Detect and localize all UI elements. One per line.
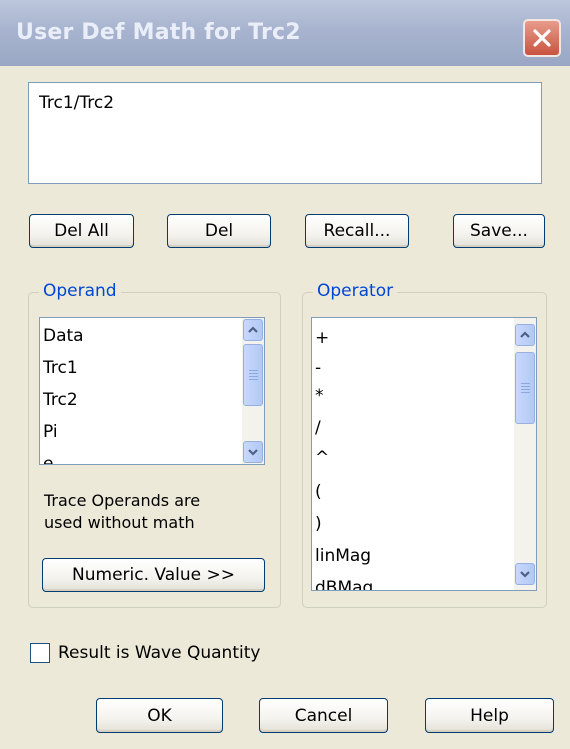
help-button[interactable]: Help xyxy=(425,698,554,733)
operator-item[interactable]: dBMag xyxy=(315,578,373,590)
chevron-up-icon xyxy=(248,326,258,333)
operand-item[interactable]: Trc2 xyxy=(43,390,78,410)
operand-scroll-up-button[interactable] xyxy=(243,319,263,341)
operator-scrollbar[interactable] xyxy=(514,318,536,590)
del-all-button[interactable]: Del All xyxy=(29,214,134,248)
del-button[interactable]: Del xyxy=(167,214,271,248)
expression-textbox[interactable]: Trc1/Trc2 xyxy=(28,82,542,184)
close-button[interactable] xyxy=(523,19,561,57)
operand-listbox[interactable]: Data Trc1 Trc2 Pi e xyxy=(39,317,265,465)
operand-scroll-down-button[interactable] xyxy=(243,441,263,463)
operator-item[interactable]: ( xyxy=(315,482,322,502)
operand-item[interactable]: Trc1 xyxy=(43,358,78,378)
save-button[interactable]: Save... xyxy=(453,214,545,248)
operator-scroll-thumb[interactable] xyxy=(515,352,535,424)
operator-item[interactable]: + xyxy=(315,328,329,348)
operator-legend: Operator xyxy=(313,281,398,301)
expression-text: Trc1/Trc2 xyxy=(39,93,115,113)
chevron-down-icon xyxy=(248,449,258,456)
close-icon xyxy=(533,29,551,47)
operand-item[interactable]: e xyxy=(43,454,53,464)
operator-listbox[interactable]: + - * / ^ ( ) linMag dBMag xyxy=(311,317,537,591)
operator-item[interactable]: ^ xyxy=(315,448,329,468)
chevron-up-icon xyxy=(520,331,530,338)
operand-note-line2: used without math xyxy=(44,513,195,532)
cancel-button[interactable]: Cancel xyxy=(259,698,388,733)
numeric-value-button[interactable]: Numeric. Value >> xyxy=(42,558,265,592)
operand-scrollbar[interactable] xyxy=(242,318,264,464)
dialog-title: User Def Math for Trc2 xyxy=(16,20,301,45)
operand-item[interactable]: Pi xyxy=(43,422,58,442)
operand-note-line1: Trace Operands are xyxy=(44,491,201,510)
recall-button[interactable]: Recall... xyxy=(305,214,409,248)
operator-item[interactable]: linMag xyxy=(315,546,371,566)
wave-quantity-label[interactable]: Result is Wave Quantity xyxy=(58,643,260,663)
wave-quantity-checkbox[interactable] xyxy=(30,643,50,663)
operand-item[interactable]: Data xyxy=(43,326,84,346)
chevron-down-icon xyxy=(520,571,530,578)
operand-legend: Operand xyxy=(39,281,121,301)
title-bar: User Def Math for Trc2 xyxy=(0,0,570,66)
operator-item[interactable]: * xyxy=(315,386,324,406)
operator-scroll-down-button[interactable] xyxy=(515,563,535,585)
operator-item[interactable]: - xyxy=(315,358,321,378)
ok-button[interactable]: OK xyxy=(96,698,223,733)
operator-scroll-up-button[interactable] xyxy=(515,324,535,346)
operator-item[interactable]: ) xyxy=(315,514,322,534)
operator-item[interactable]: / xyxy=(315,418,321,438)
operand-scroll-thumb[interactable] xyxy=(243,344,263,406)
